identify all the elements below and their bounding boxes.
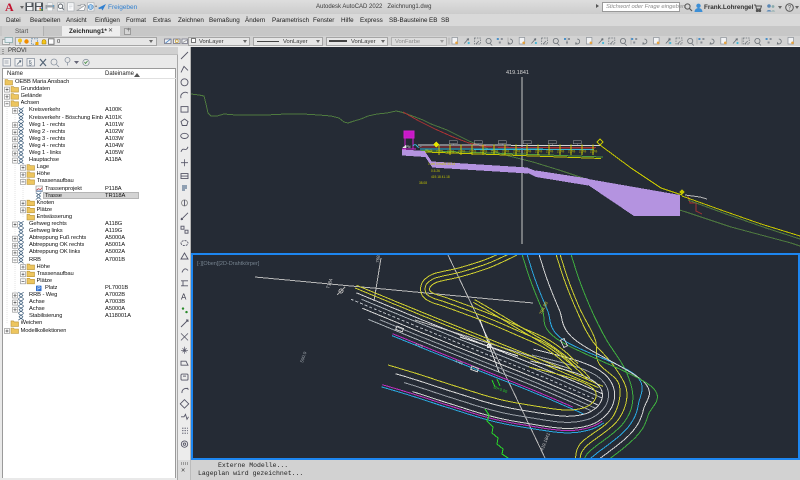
svg-text:2.0%: 2.0% bbox=[502, 150, 509, 154]
svg-text:2.0%: 2.0% bbox=[480, 150, 487, 154]
svg-text:2.0%: 2.0% bbox=[513, 150, 520, 154]
svg-text:7%%: 7%% bbox=[425, 149, 433, 153]
svg-text:2.0%: 2.0% bbox=[469, 150, 476, 154]
svg-text:419.1841: 419.1841 bbox=[506, 70, 529, 76]
svg-text:[-][Oben][2D-Drahtkörper]: [-][Oben][2D-Drahtkörper] bbox=[197, 261, 260, 267]
svg-text:2.0%: 2.0% bbox=[524, 150, 531, 154]
svg-text:419.18 41.18: 419.18 41.18 bbox=[431, 175, 450, 179]
svg-text:2.0%: 2.0% bbox=[590, 150, 597, 154]
svg-text:2.0%: 2.0% bbox=[491, 150, 498, 154]
svg-text:3b+0.00: 3b+0.00 bbox=[493, 384, 509, 394]
svg-text:2.0%: 2.0% bbox=[557, 150, 564, 154]
svg-text:419.1841: 419.1841 bbox=[539, 432, 551, 452]
svg-text:0.5.26: 0.5.26 bbox=[431, 169, 440, 173]
svg-text:38.08: 38.08 bbox=[419, 181, 427, 185]
svg-text:4+80: 4+80 bbox=[455, 359, 464, 366]
svg-text:§: § bbox=[29, 61, 32, 67]
svg-text:784.88: 784.88 bbox=[538, 300, 549, 315]
svg-text:2.0%: 2.0% bbox=[568, 150, 575, 154]
svg-text:1 cm 3 ma01.45.41: 1 cm 3 ma01.45.41 bbox=[428, 162, 456, 166]
svg-text:500.0: 500.0 bbox=[299, 351, 307, 364]
svg-text:2.0%: 2.0% bbox=[447, 150, 454, 154]
svg-text:A: A bbox=[181, 293, 187, 302]
svg-text:2.0%: 2.0% bbox=[535, 150, 542, 154]
svg-text:2.0%: 2.0% bbox=[458, 150, 465, 154]
svg-text:T18A: T18A bbox=[325, 278, 333, 290]
svg-text:2.0%: 2.0% bbox=[579, 150, 586, 154]
svg-text:4+75: 4+75 bbox=[415, 342, 424, 349]
svg-text:2.0%: 2.0% bbox=[436, 150, 443, 154]
svg-text:2.0%: 2.0% bbox=[546, 150, 553, 154]
svg-text:PN: PN bbox=[406, 145, 411, 149]
